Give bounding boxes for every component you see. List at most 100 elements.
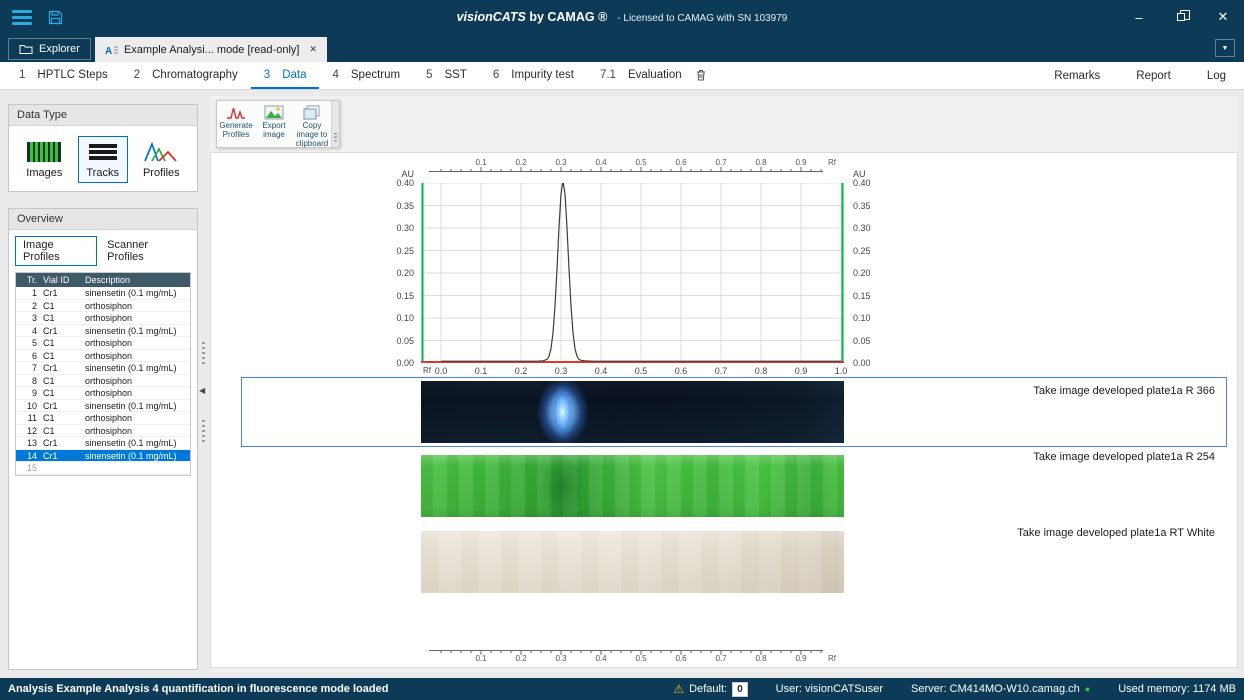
step-hptlc-steps[interactable]: 1HPTLC Steps (6, 62, 121, 89)
svg-text:0.4: 0.4 (595, 158, 607, 167)
axis-tick-label: 0.35 (377, 201, 417, 211)
right-au-axis: AU0.000.050.100.150.200.250.300.350.40 (850, 153, 890, 393)
table-row[interactable]: 5C1orthosiphon (16, 337, 190, 350)
svg-text:0.4: 0.4 (595, 654, 607, 663)
table-row[interactable]: 8C1orthosiphon (16, 375, 190, 388)
axis-tick-label: 0.8 (749, 366, 773, 376)
step-sst[interactable]: 5SST (413, 62, 480, 89)
table-row[interactable]: 2C1orthosiphon (16, 300, 190, 313)
hamburger-menu-icon[interactable] (12, 10, 32, 25)
table-row[interactable]: 7Cr1sinensetin (0.1 mg/mL) (16, 362, 190, 375)
axis-tick-label: 0.10 (850, 313, 890, 323)
axis-tick-label: 0.20 (850, 268, 890, 278)
default-count: 0 (732, 682, 748, 697)
sidebar: Data Type ImagesTracksProfiles Overview … (8, 104, 198, 670)
axis-tick-label: 0.30 (850, 223, 890, 233)
maximize-button[interactable] (1160, 0, 1202, 34)
splitter-grip[interactable] (202, 342, 205, 364)
data-type-images[interactable]: Images (19, 136, 69, 183)
data-type-tracks[interactable]: Tracks (78, 136, 128, 183)
axis-tick-label: 0.35 (850, 201, 890, 211)
bottom-rf-ruler: 0.10.20.30.40.50.60.70.80.9Rf (421, 647, 844, 663)
svg-text:Rf: Rf (828, 158, 837, 167)
generate-profiles-icon (226, 105, 246, 120)
table-row[interactable]: 13Cr1sinensetin (0.1 mg/mL) (16, 437, 190, 450)
delete-evaluation-icon[interactable] (696, 69, 706, 81)
left-au-axis: AU0.000.050.100.150.200.250.300.350.40 (377, 153, 417, 393)
tab-scanner-profiles[interactable]: Scanner Profiles (99, 236, 191, 266)
pin-icon[interactable]: ▼ (1215, 39, 1235, 57)
table-row[interactable]: 10Cr1sinensetin (0.1 mg/mL) (16, 400, 190, 413)
table-row[interactable]: 9C1orthosiphon (16, 387, 190, 400)
warning-icon: ⚠ (673, 682, 684, 696)
table-row[interactable]: 4Cr1sinensetin (0.1 mg/mL) (16, 325, 190, 338)
step-links: RemarksReportLog (1036, 62, 1244, 89)
link-report[interactable]: Report (1118, 62, 1189, 89)
table-row[interactable]: 12C1orthosiphon (16, 425, 190, 438)
sidebar-splitter[interactable]: ◀ (198, 90, 210, 678)
step-data[interactable]: 3Data (251, 62, 320, 89)
image-label-r254: Take image developed plate1a R 254 (1033, 451, 1215, 463)
save-button[interactable] (48, 10, 63, 25)
toolbar-copy-image-button[interactable]: Copy image to clipboard (293, 101, 331, 147)
track-table-body: 1Cr1sinensetin (0.1 mg/mL)2C1orthosiphon… (16, 287, 190, 475)
tab-explorer[interactable]: Explorer (8, 38, 91, 60)
close-tab-icon[interactable]: ✕ (309, 44, 317, 55)
step-spectrum[interactable]: 4Spectrum (319, 62, 413, 89)
data-type-profiles[interactable]: Profiles (136, 136, 187, 183)
toolbar-export-image-button[interactable]: Export image (255, 101, 293, 147)
step-evaluation[interactable]: 7.1Evaluation (587, 62, 719, 89)
tab-image-profiles[interactable]: Image Profiles (15, 236, 97, 266)
content-area: Data Type ImagesTracksProfiles Overview … (0, 90, 1244, 678)
close-button[interactable]: ✕ (1202, 0, 1244, 34)
axis-tick-label: 0.40 (850, 178, 890, 188)
axis-tick-label: 0.10 (377, 313, 417, 323)
table-row[interactable]: 14Cr1sinensetin (0.1 mg/mL) (16, 450, 190, 463)
toolbar-overflow-handle[interactable] (331, 101, 339, 147)
svg-text:0.1: 0.1 (475, 654, 487, 663)
column-header: Tr. (16, 273, 40, 287)
table-row[interactable]: 11C1orthosiphon (16, 412, 190, 425)
track-image-r254[interactable] (421, 455, 844, 517)
server-text: Server: CM414MO-W10.camag.ch (911, 683, 1080, 695)
tab-label: Explorer (39, 43, 80, 55)
step-chromatography[interactable]: 2Chromatography (121, 62, 251, 89)
step-impurity-test[interactable]: 6Impurity test (480, 62, 587, 89)
server-status-icon: ● (1085, 684, 1090, 694)
axis-tick-label: 0.9 (789, 366, 813, 376)
window-title: visionCATS by CAMAG ®- Licensed to CAMAG… (0, 10, 1244, 24)
save-icon (48, 10, 63, 25)
link-log[interactable]: Log (1189, 62, 1244, 89)
track-image-r366[interactable] (421, 381, 844, 443)
track-image-rt-white[interactable] (421, 531, 844, 593)
svg-text:0.9: 0.9 (795, 158, 807, 167)
axis-tick-label: 0.4 (589, 366, 613, 376)
table-row[interactable]: 15 (16, 462, 190, 475)
splitter-grip[interactable] (202, 420, 205, 442)
overview-body: Image ProfilesScanner Profiles Tr.Vial I… (9, 230, 197, 669)
track-table: Tr.Vial IDDescription 1Cr1sinensetin (0.… (15, 272, 191, 476)
export-image-icon (264, 105, 284, 120)
axis-tick-label: 0.6 (669, 366, 693, 376)
profile-chart (421, 183, 844, 363)
table-row[interactable]: 1Cr1sinensetin (0.1 mg/mL) (16, 287, 190, 300)
toolbar-generate-profiles-button[interactable]: Generate Profiles (217, 101, 255, 147)
overview-panel: Overview Image ProfilesScanner Profiles … (8, 208, 198, 670)
tab-analysis-document[interactable]: A Example Analysi... mode [read-only] ✕ (95, 37, 327, 62)
svg-text:0.3: 0.3 (555, 654, 567, 663)
axis-tick-label: 0.2 (509, 366, 533, 376)
link-remarks[interactable]: Remarks (1036, 62, 1118, 89)
titlebar: visionCATS by CAMAG ®- Licensed to CAMAG… (0, 0, 1244, 34)
maximize-icon (1177, 13, 1185, 21)
minimize-button[interactable]: – (1118, 0, 1160, 34)
folder-icon (19, 44, 33, 55)
svg-text:0.7: 0.7 (715, 654, 727, 663)
column-header: Description (82, 273, 190, 287)
statusbar: Analysis Example Analysis 4 quantificati… (0, 678, 1244, 700)
collapse-arrow-icon[interactable]: ◀ (199, 386, 205, 395)
tab-label: Example Analysi... mode [read-only] (124, 44, 299, 56)
table-row[interactable]: 3C1orthosiphon (16, 312, 190, 325)
profile-toolbar: Generate ProfilesExport imageCopy image … (216, 100, 340, 148)
table-row[interactable]: 6C1orthosiphon (16, 350, 190, 363)
status-server: Server: CM414MO-W10.camag.ch ● (911, 683, 1090, 695)
